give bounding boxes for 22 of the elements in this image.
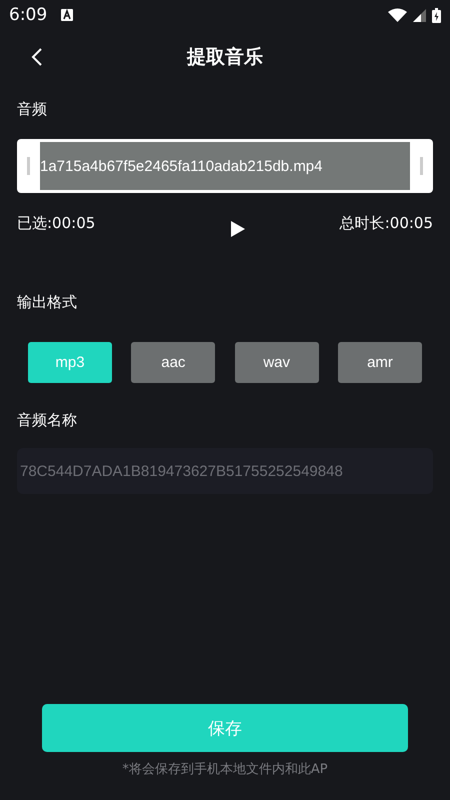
audio-trimmer[interactable]: 1a715a4b67f5e2465fa110adab215db.mp4 (17, 139, 433, 193)
trim-handle[interactable] (420, 157, 423, 175)
format-option[interactable]: aac (131, 342, 216, 383)
selected-duration: 已选:00:05 (17, 214, 96, 233)
signal-icon (413, 8, 426, 22)
trim-handle[interactable] (27, 157, 30, 175)
save-note: *将会保存到手机本地文件内和此AP (122, 762, 328, 777)
section-label: 输出格式 (17, 293, 78, 312)
back-icon[interactable] (31, 47, 43, 67)
play-icon[interactable] (230, 221, 244, 237)
file-name: 1a715a4b67f5e2465fa110adab215db.mp4 (40, 158, 322, 174)
page-title: 提取音乐 (187, 45, 263, 70)
notification-icon (61, 9, 74, 21)
section-label: 音频 (17, 100, 48, 119)
total-duration: 总时长:00:05 (340, 214, 433, 233)
battery-icon (432, 8, 441, 22)
name-field[interactable]: 78C544D7ADA1B819473627B51755252549848 (17, 448, 433, 494)
section-label: 音频名称 (17, 411, 78, 430)
format-option[interactable]: amr (338, 342, 422, 383)
format-option[interactable]: wav (234, 342, 319, 383)
wifi-icon (388, 8, 407, 22)
status-time: 6:09 (9, 5, 48, 25)
